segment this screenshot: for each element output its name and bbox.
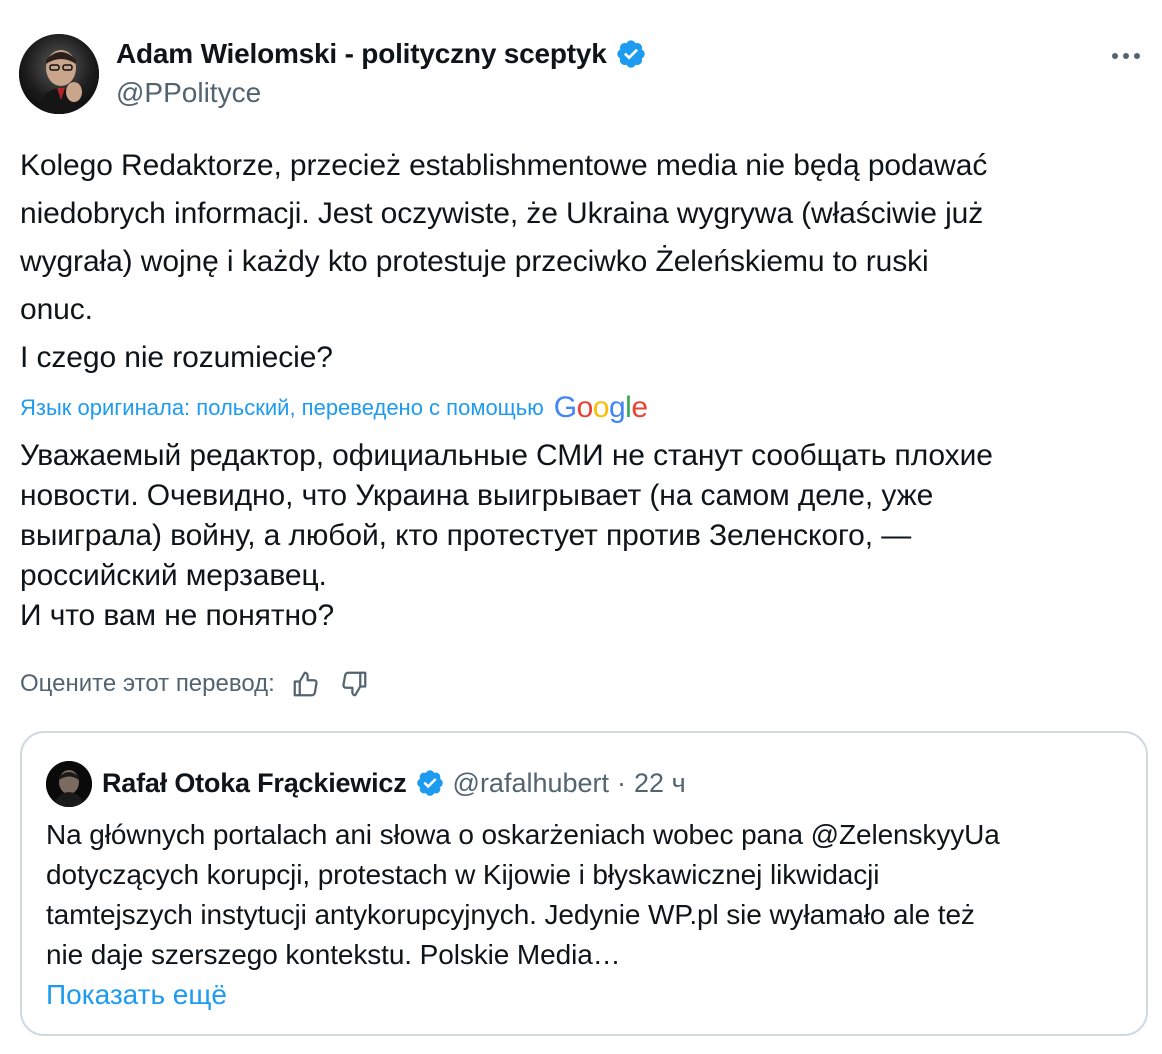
thumbs-down-icon: [342, 671, 367, 697]
tweet-translated-text: Уважаемый редактор, официальные СМИ не с…: [20, 439, 993, 632]
more-horizontal-icon: [1112, 53, 1118, 59]
author-handle[interactable]: @PPolityce: [116, 74, 261, 112]
more-horizontal-icon-dot: [1134, 53, 1140, 59]
thumbs-down-button[interactable]: [337, 667, 371, 701]
quoted-author-avatar: [46, 761, 92, 807]
google-logo: Google: [554, 388, 648, 428]
google-logo-letter: g: [608, 391, 626, 424]
quoted-tweet[interactable]: Rafał Otoka Frąckiewicz @rafalhubert · 2…: [20, 731, 1148, 1036]
separator-dot: ·: [617, 768, 627, 798]
google-logo-letter: o: [576, 391, 594, 424]
tweet-original-text: Kolego Redaktorze, przecież establishmen…: [20, 149, 988, 374]
quoted-tweet-text: Na głównych portalach ani słowa o oskarż…: [46, 819, 1000, 970]
rate-translation-row: Оцените этот перевод:: [20, 664, 371, 704]
thumbs-up-icon: [293, 671, 318, 697]
author-name-row: Adam Wielomski - polityczny sceptyk: [116, 34, 647, 74]
author-name[interactable]: Adam Wielomski - polityczny sceptyk: [116, 34, 607, 74]
google-logo-letter: e: [631, 391, 648, 424]
show-more-link[interactable]: Показать ещё: [46, 975, 227, 1015]
google-logo-letter: o: [592, 391, 610, 424]
author-avatar[interactable]: [19, 34, 99, 114]
tweet: Adam Wielomski - polityczny sceptyk @PPo…: [0, 0, 1162, 1054]
thumbs-up-button[interactable]: [289, 667, 323, 701]
translation-note-text[interactable]: Язык оригинала: польский, переведено с п…: [20, 388, 544, 428]
quoted-tweet-time[interactable]: 22 ч: [634, 763, 686, 803]
google-logo-letter: G: [553, 391, 577, 424]
quoted-tweet-header: Rafał Otoka Frąckiewicz @rafalhubert · 2…: [102, 763, 686, 803]
quoted-author-handle[interactable]: @rafalhubert: [453, 763, 610, 803]
rate-translation-label: Оцените этот перевод:: [20, 670, 275, 697]
more-horizontal-icon-dot: [1123, 53, 1129, 59]
more-options-button[interactable]: [1106, 40, 1146, 72]
verified-badge-icon: [416, 770, 443, 796]
quoted-author-name[interactable]: Rafał Otoka Frąckiewicz: [102, 763, 407, 803]
translation-note: Язык оригинала: польский, переведено с п…: [20, 388, 648, 428]
verified-badge-icon: [617, 40, 645, 68]
